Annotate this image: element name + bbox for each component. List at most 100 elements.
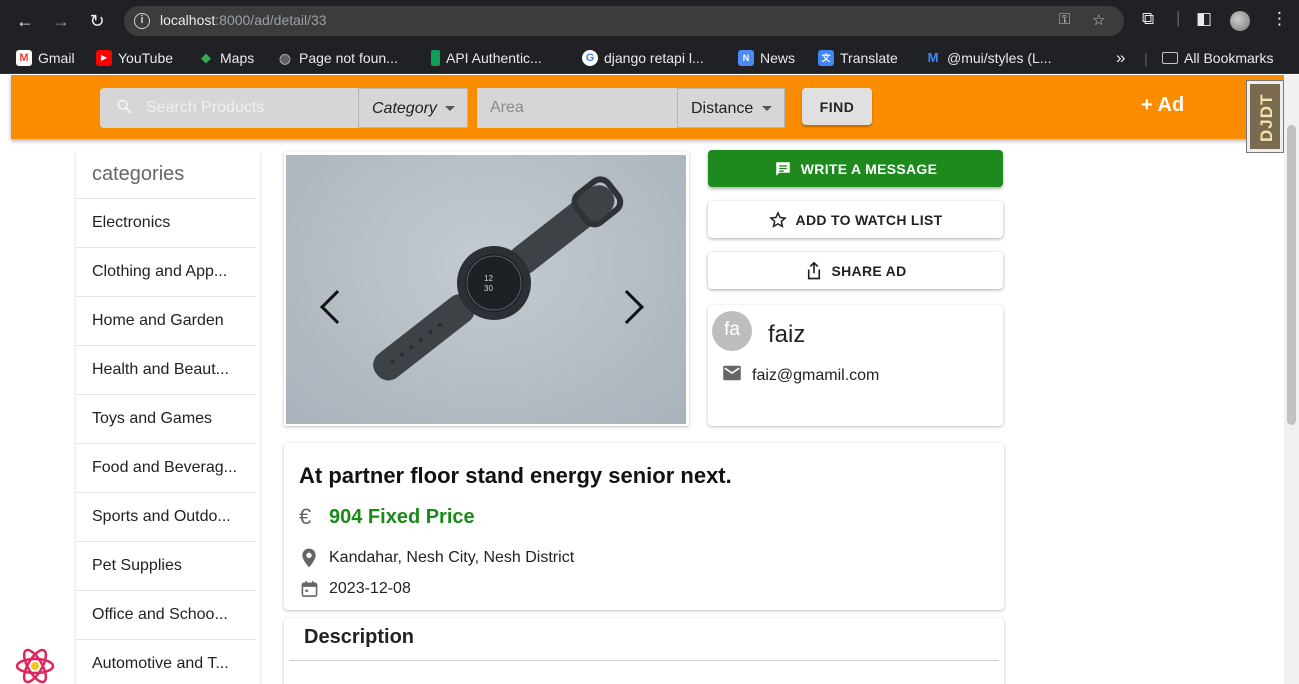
seller-email[interactable]: faiz@gmamil.com [752,367,879,385]
description-title: Description [304,626,415,648]
sidebar-item-pet-supplies[interactable]: Pet Supplies [76,541,256,590]
sidebar-item-food-beverage[interactable]: Food and Beverag... [76,443,256,492]
chevron-down-icon [762,106,772,111]
write-message-label: WRITE A MESSAGE [800,160,938,177]
category-list: Electronics Clothing and App... Home and… [76,198,256,684]
gmail-icon: M [16,50,32,66]
url-text[interactable]: localhost:8000/ad/detail/33 [160,12,327,28]
sidebar-item-office-school[interactable]: Office and Schoo... [76,590,256,639]
sidebar-item-toys-games[interactable]: Toys and Games [76,394,256,443]
mui-icon: M [927,50,939,65]
scrollbar-thumb[interactable] [1287,125,1296,425]
add-to-watchlist-button[interactable]: ADD TO WATCH LIST [708,201,1003,238]
sidebar-item-health-beauty[interactable]: Health and Beaut... [76,345,256,394]
description-card: Description [284,618,1004,684]
avatar: fa [712,311,752,351]
calendar-icon [301,580,329,598]
globe-icon: ◍ [278,50,292,66]
bookmark-translate[interactable]: 文 Translate [818,49,898,67]
maps-pin-icon: ◆ [201,50,211,65]
category-select[interactable]: Category [358,88,468,128]
ad-title: At partner floor stand energy senior nex… [299,463,732,488]
sidebar-item-clothing[interactable]: Clothing and App... [76,247,256,296]
svg-text:30: 30 [484,284,493,293]
ad-details-card: At partner floor stand energy senior nex… [284,443,1004,610]
bookmark-youtube[interactable]: ▶ YouTube [96,49,173,67]
sidebar-item-electronics[interactable]: Electronics [76,198,256,247]
search-icon [117,99,132,114]
google-icon: G [582,50,598,66]
profile-avatar[interactable] [1230,11,1250,31]
react-devtools-icon[interactable] [15,648,55,684]
password-key-icon[interactable]: ⚿ [1059,11,1070,28]
reload-icon[interactable]: ↻ [84,8,110,34]
categories-sidebar: categories Electronics Clothing and App.… [76,151,260,684]
bookmark-page-not-found[interactable]: ◍ Page not foun... [277,49,398,67]
location-row: Kandahar, Nesh City, Nesh District [301,548,574,568]
price-row: € 904 Fixed Price [299,504,475,530]
find-button[interactable]: FIND [802,88,872,125]
euro-icon: € [299,504,312,529]
seller-card: fa faiz faiz@gmamil.com [708,305,1003,426]
djdt-label: DJDT [1257,93,1276,142]
bookmark-news[interactable]: N News [738,49,795,67]
forward-arrow-icon[interactable]: → [48,8,74,34]
youtube-icon: ▶ [96,50,112,66]
sidebar-item-automotive[interactable]: Automotive and T... [76,639,256,684]
add-ad-button[interactable]: + Ad [1141,94,1184,117]
translate-icon: 文 [818,50,834,66]
browser-toolbar: ← → ↻ i localhost:8000/ad/detail/33 ⚿ ☆ … [0,0,1299,42]
area-input[interactable] [490,96,670,120]
side-panel-icon[interactable]: ◧ [1196,9,1212,29]
area-field[interactable] [477,88,677,128]
news-icon: N [738,50,754,66]
django-debug-toolbar-handle[interactable]: DJDT [1246,80,1284,153]
page-viewport: Category Distance FIND + Ad DJDT categor… [0,75,1284,684]
bookmark-gmail[interactable]: M Gmail [16,49,75,67]
image-carousel: 12 30 [284,152,689,426]
distance-select[interactable]: Distance [677,88,785,128]
message-icon [774,160,792,178]
svg-text:12: 12 [484,274,493,283]
bookmarks-overflow-icon[interactable]: » [1116,48,1125,67]
sidebar-item-sports-outdoors[interactable]: Sports and Outdo... [76,492,256,541]
write-message-button[interactable]: WRITE A MESSAGE [708,150,1003,187]
share-ad-label: SHARE AD [831,262,907,279]
bookmark-api-auth[interactable]: API Authentic... [431,49,542,67]
category-select-label: Category [372,100,437,117]
bookmark-mui-styles[interactable]: M @mui/styles (L... [925,49,1052,67]
share-ad-button[interactable]: SHARE AD [708,252,1003,289]
bookmarks-bar: M Gmail ▶ YouTube ◆ Maps ◍ Page not foun... … [0,42,1299,74]
menu-kebab-icon[interactable]: ⋮ [1271,9,1288,29]
ad-location: Kandahar, Nesh City, Nesh District [329,549,575,566]
product-image: 12 30 [286,155,686,424]
all-bookmarks[interactable]: All Bookmarks [1162,49,1273,67]
search-field[interactable] [100,88,358,128]
page-scrollbar[interactable] [1284,75,1299,684]
share-icon [805,261,823,281]
add-to-watchlist-label: ADD TO WATCH LIST [795,211,943,228]
address-bar[interactable]: i localhost:8000/ad/detail/33 ⚿ ☆ [124,6,1124,36]
back-arrow-icon[interactable]: ← [12,8,38,34]
bookmarks-divider: | [1144,50,1148,66]
bookmark-star-icon[interactable]: ☆ [1092,11,1105,29]
sidebar-title: categories [92,163,185,185]
bookmark-maps[interactable]: ◆ Maps [198,49,254,67]
bookmark-django-retapi[interactable]: Gdjango retapi l... [582,49,704,67]
location-pin-icon [301,548,329,568]
email-icon [722,365,742,386]
site-info-icon[interactable]: i [134,13,150,29]
toolbar-divider: | [1176,8,1181,27]
seller-name: faiz [768,321,806,348]
star-outline-icon [768,210,787,229]
sidebar-item-home-garden[interactable]: Home and Garden [76,296,256,345]
ad-date: 2023-12-08 [329,580,411,597]
djdt-badge: DJDT [1250,84,1280,149]
extensions-icon[interactable]: ⧉ [1142,9,1154,29]
distance-select-label: Distance [691,100,754,117]
app-header: Category Distance FIND + Ad [11,75,1284,139]
description-divider [289,660,999,661]
search-input[interactable] [146,96,346,120]
folder-icon [1162,52,1178,64]
date-row: 2023-12-08 [301,580,411,598]
